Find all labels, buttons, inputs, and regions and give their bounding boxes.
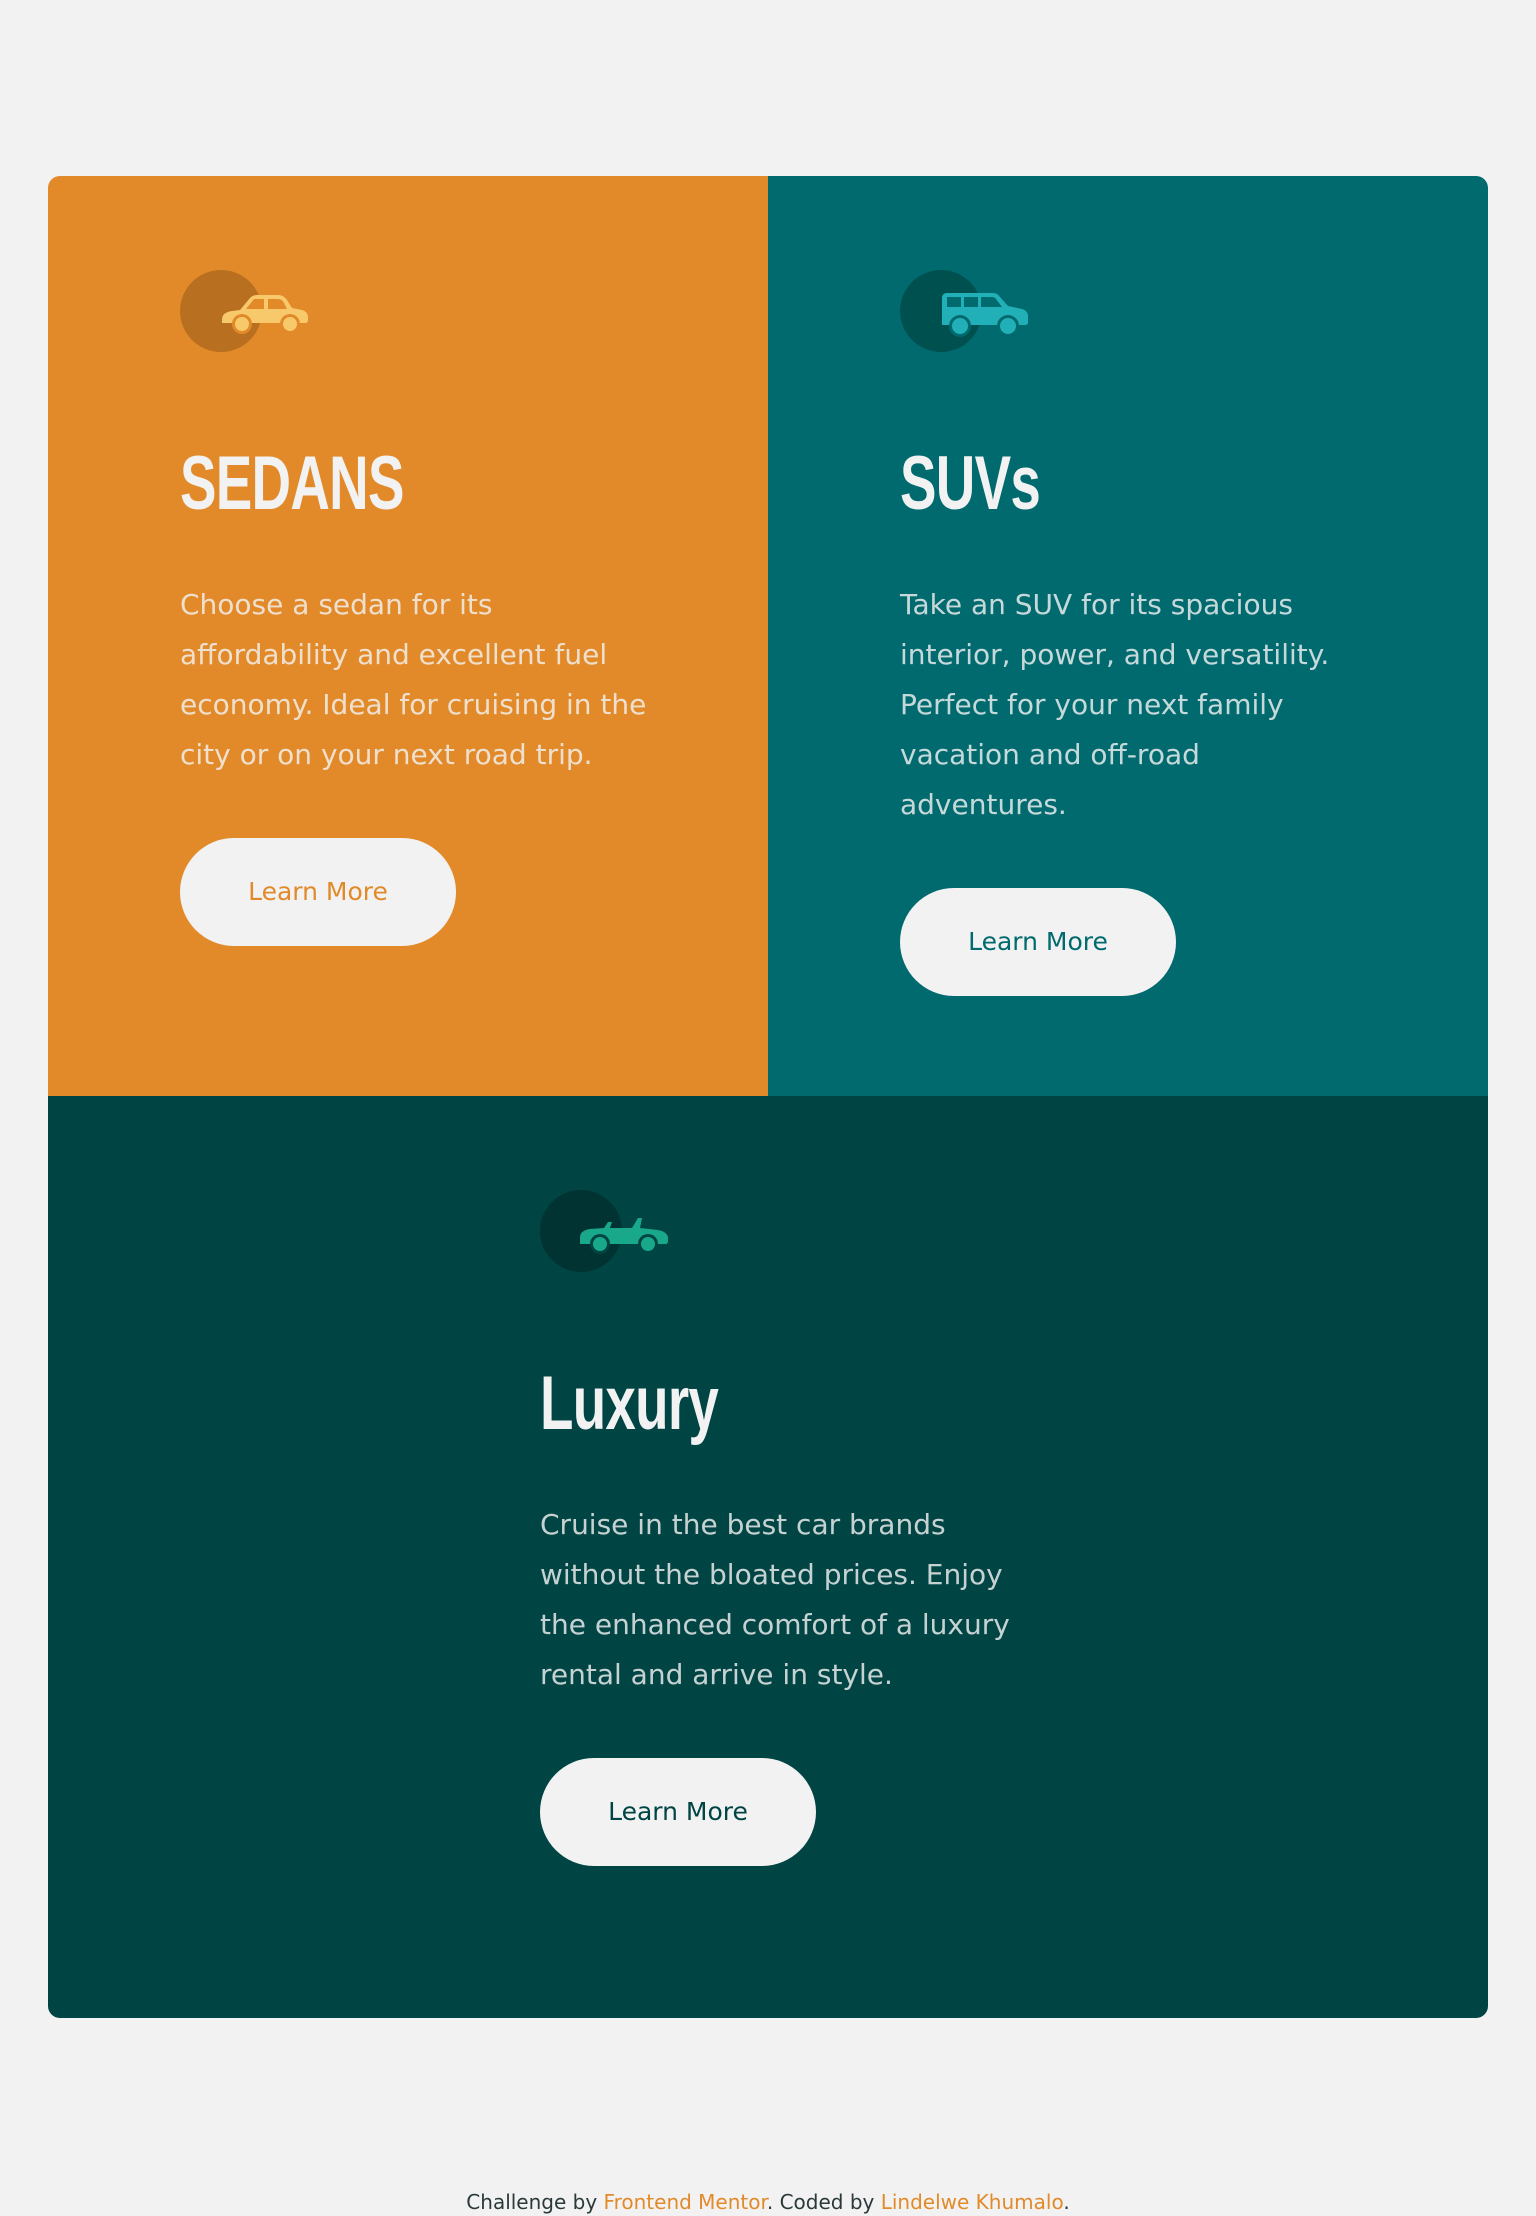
card-title: SEDANS — [180, 441, 404, 526]
card-title: Luxury — [540, 1361, 719, 1446]
card-content: SUVs Take an SUV for its spacious interi… — [900, 270, 1370, 996]
suv-car-icon — [900, 270, 1030, 354]
card-description: Choose a sedan for its affordability and… — [180, 588, 647, 771]
card-content: Luxury Cruise in the best car brands wit… — [540, 1190, 1010, 1866]
card-suvs: SUVs Take an SUV for its spacious interi… — [768, 176, 1488, 1096]
card-sedans: SEDANS Choose a sedan for its affordabil… — [48, 176, 768, 1096]
footer-suffix: . — [1063, 2190, 1070, 2214]
frontend-mentor-link[interactable]: Frontend Mentor — [604, 2190, 767, 2214]
card-luxury: Luxury Cruise in the best car brands wit… — [48, 1096, 1488, 2018]
attribution-footer: Challenge by Frontend Mentor. Coded by L… — [0, 2190, 1536, 2214]
card-description: Cruise in the best car brands without th… — [540, 1508, 1010, 1691]
sedan-car-icon — [222, 295, 308, 334]
author-link[interactable]: Lindelwe Khumalo — [881, 2190, 1064, 2214]
footer-prefix: Challenge by — [466, 2190, 604, 2214]
suv-car-icon — [942, 293, 1028, 337]
footer-middle: . Coded by — [766, 2190, 881, 2214]
card-description: Take an SUV for its spacious interior, p… — [900, 588, 1330, 821]
learn-more-button[interactable]: Learn More — [900, 888, 1176, 996]
cards-container: SEDANS Choose a sedan for its affordabil… — [48, 176, 1488, 2018]
learn-more-button[interactable]: Learn More — [180, 838, 456, 946]
learn-more-button[interactable]: Learn More — [540, 1758, 816, 1866]
card-content: SEDANS Choose a sedan for its affordabil… — [180, 270, 650, 946]
luxury-car-icon — [540, 1190, 670, 1274]
card-title: SUVs — [900, 441, 1041, 526]
luxury-car-icon — [580, 1218, 668, 1254]
sedan-car-icon — [180, 270, 310, 354]
